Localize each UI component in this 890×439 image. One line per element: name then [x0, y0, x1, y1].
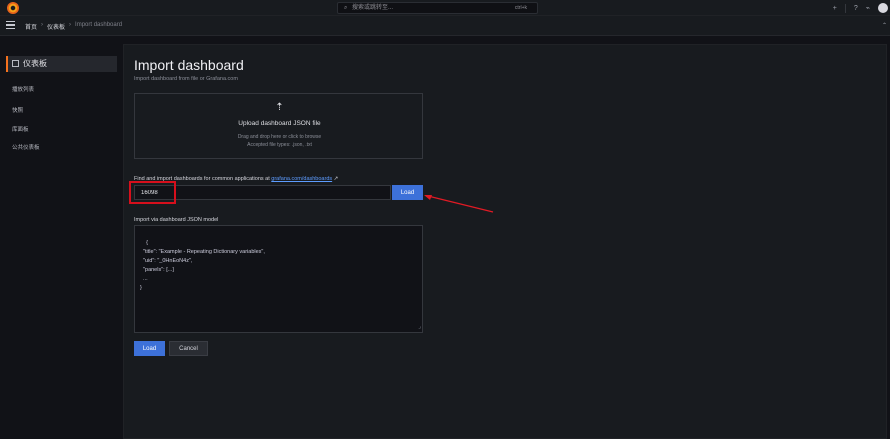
grafana-logo-icon[interactable] — [7, 2, 19, 14]
grafana-dashboards-link[interactable]: grafana.com/dashboards — [271, 176, 332, 182]
json-upload-dropzone[interactable]: ⇡ Upload dashboard JSON file Drag and dr… — [134, 93, 423, 159]
divider — [844, 3, 846, 13]
external-link-icon[interactable]: ↗ — [334, 176, 339, 182]
search-placeholder: 搜索或跳转至... — [352, 5, 394, 11]
annotation-arrow — [424, 195, 494, 213]
upload-hint: Drag and drop here or click to browse — [237, 134, 322, 140]
annotation-highlight — [129, 181, 176, 204]
breadcrumb-dashboards[interactable]: 仪表板 — [47, 22, 65, 31]
add-button[interactable]: + — [833, 5, 837, 12]
page-title: Import dashboard — [134, 57, 244, 73]
breadcrumb-separator: › — [69, 22, 72, 28]
sidebar-item-library-panels[interactable]: 库面板 — [12, 125, 29, 133]
page-subtitle: Import dashboard from file or Grafana.co… — [134, 76, 238, 82]
breadcrumb-separator: › — [41, 22, 44, 28]
search-icon: ⌕ — [344, 5, 348, 11]
sidebar-item-public-dashboards[interactable]: 公共仪表板 — [12, 143, 40, 151]
breadcrumb-current: Import dashboard — [75, 22, 123, 28]
top-navigation-bar: ⌕ 搜索或跳转至... ctrl+k + ? ⌁ — [0, 0, 890, 16]
import-dashboard-panel: Import dashboard Import dashboard from f… — [123, 44, 887, 439]
breadcrumb-bar: 首页 › 仪表板 › Import dashboard ⌃ — [0, 16, 890, 36]
load-dashboard-id-button[interactable]: Load — [392, 185, 423, 200]
upload-title: Upload dashboard JSON file — [238, 120, 321, 127]
load-json-button[interactable]: Load — [134, 341, 165, 356]
breadcrumb: 首页 › 仪表板 › Import dashboard — [25, 22, 122, 31]
avatar[interactable] — [878, 3, 888, 13]
top-right-actions: + ? ⌁ — [833, 2, 888, 14]
sidebar: 仪表板 播放列表 快照 库面板 公共仪表板 — [0, 37, 122, 439]
dashboard-json-editor[interactable]: { "title": "Example - Repeating Dictiona… — [134, 225, 423, 333]
upload-icon: ⇡ — [275, 102, 284, 113]
menu-icon[interactable] — [6, 21, 15, 29]
accepted-file-types: Accepted file types: .json, .txt — [247, 142, 312, 148]
rss-icon[interactable]: ⌁ — [866, 4, 870, 12]
sidebar-item-snapshots[interactable]: 快照 — [12, 106, 23, 114]
help-icon[interactable]: ? — [854, 5, 858, 12]
search-field[interactable]: ⌕ 搜索或跳转至... ctrl+k — [337, 2, 538, 14]
dashboard-grid-icon — [12, 60, 19, 67]
collapse-icon[interactable]: ⌃ — [882, 22, 887, 29]
cancel-button[interactable]: Cancel — [169, 341, 208, 356]
json-model-label: Import via dashboard JSON model — [134, 217, 219, 223]
breadcrumb-home[interactable]: 首页 — [25, 22, 37, 31]
sidebar-title-label: 仪表板 — [23, 59, 47, 68]
keyboard-shortcut: ctrl+k — [514, 5, 527, 11]
resize-handle-icon[interactable]: ⌟ — [418, 323, 421, 332]
sidebar-item-playlists[interactable]: 播放列表 — [12, 85, 34, 93]
json-text: { "title": "Example - Repeating Dictiona… — [140, 240, 265, 291]
sidebar-title[interactable]: 仪表板 — [12, 58, 47, 69]
